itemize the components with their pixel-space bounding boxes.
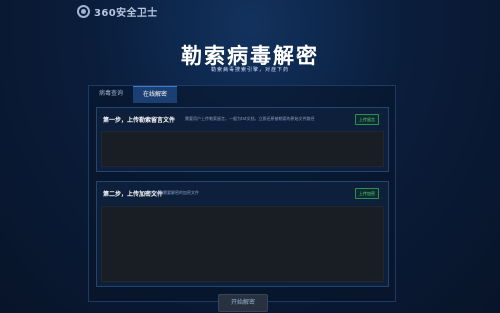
tab-bar: 病毒查询 在线解密 [89,86,178,103]
step2-header: 第二步，上传加密文件 用户上传需要解密的加密文件 上传加密 [97,182,388,204]
top-bar: 360安全卫士 [0,0,500,26]
step1-section: 第一步，上传勒索留言文件 需要用户上传勒索留言，一般为txt文档，立即还原被勒索… [96,107,389,172]
logo-icon [77,5,90,18]
step1-description: 需要用户上传勒索留言，一般为txt文档，立即还原被勒索的原始文件路径 [185,116,315,121]
logo-text: 360安全卫士 [94,8,158,19]
app-logo[interactable]: 360安全卫士 [77,4,158,19]
upload-encrypted-button[interactable]: 上传加密 [355,188,379,199]
tab-virus-query[interactable]: 病毒查询 [89,86,133,102]
encrypted-file-dropzone[interactable] [101,206,384,282]
step2-section: 第二步，上传加密文件 用户上传需要解密的加密文件 上传加密 [96,181,389,287]
tab-online-decrypt[interactable]: 在线解密 [133,86,178,103]
upload-note-button[interactable]: 上传留言 [355,114,379,125]
step1-header: 第一步，上传勒索留言文件 需要用户上传勒索留言，一般为txt文档，立即还原被勒索… [97,108,388,130]
note-file-dropzone[interactable] [101,131,384,167]
page-subtitle: 勒索病毒搜索引擎，对症下药 [210,67,289,73]
step2-description: 用户上传需要解密的加密文件 [147,190,199,195]
decrypt-panel: 病毒查询 在线解密 第一步，上传勒索留言文件 需要用户上传勒索留言，一般为txt… [88,85,396,302]
step1-title: 第一步，上传勒索留言文件 [103,117,176,124]
start-decrypt-button[interactable]: 开始解密 [218,294,268,312]
